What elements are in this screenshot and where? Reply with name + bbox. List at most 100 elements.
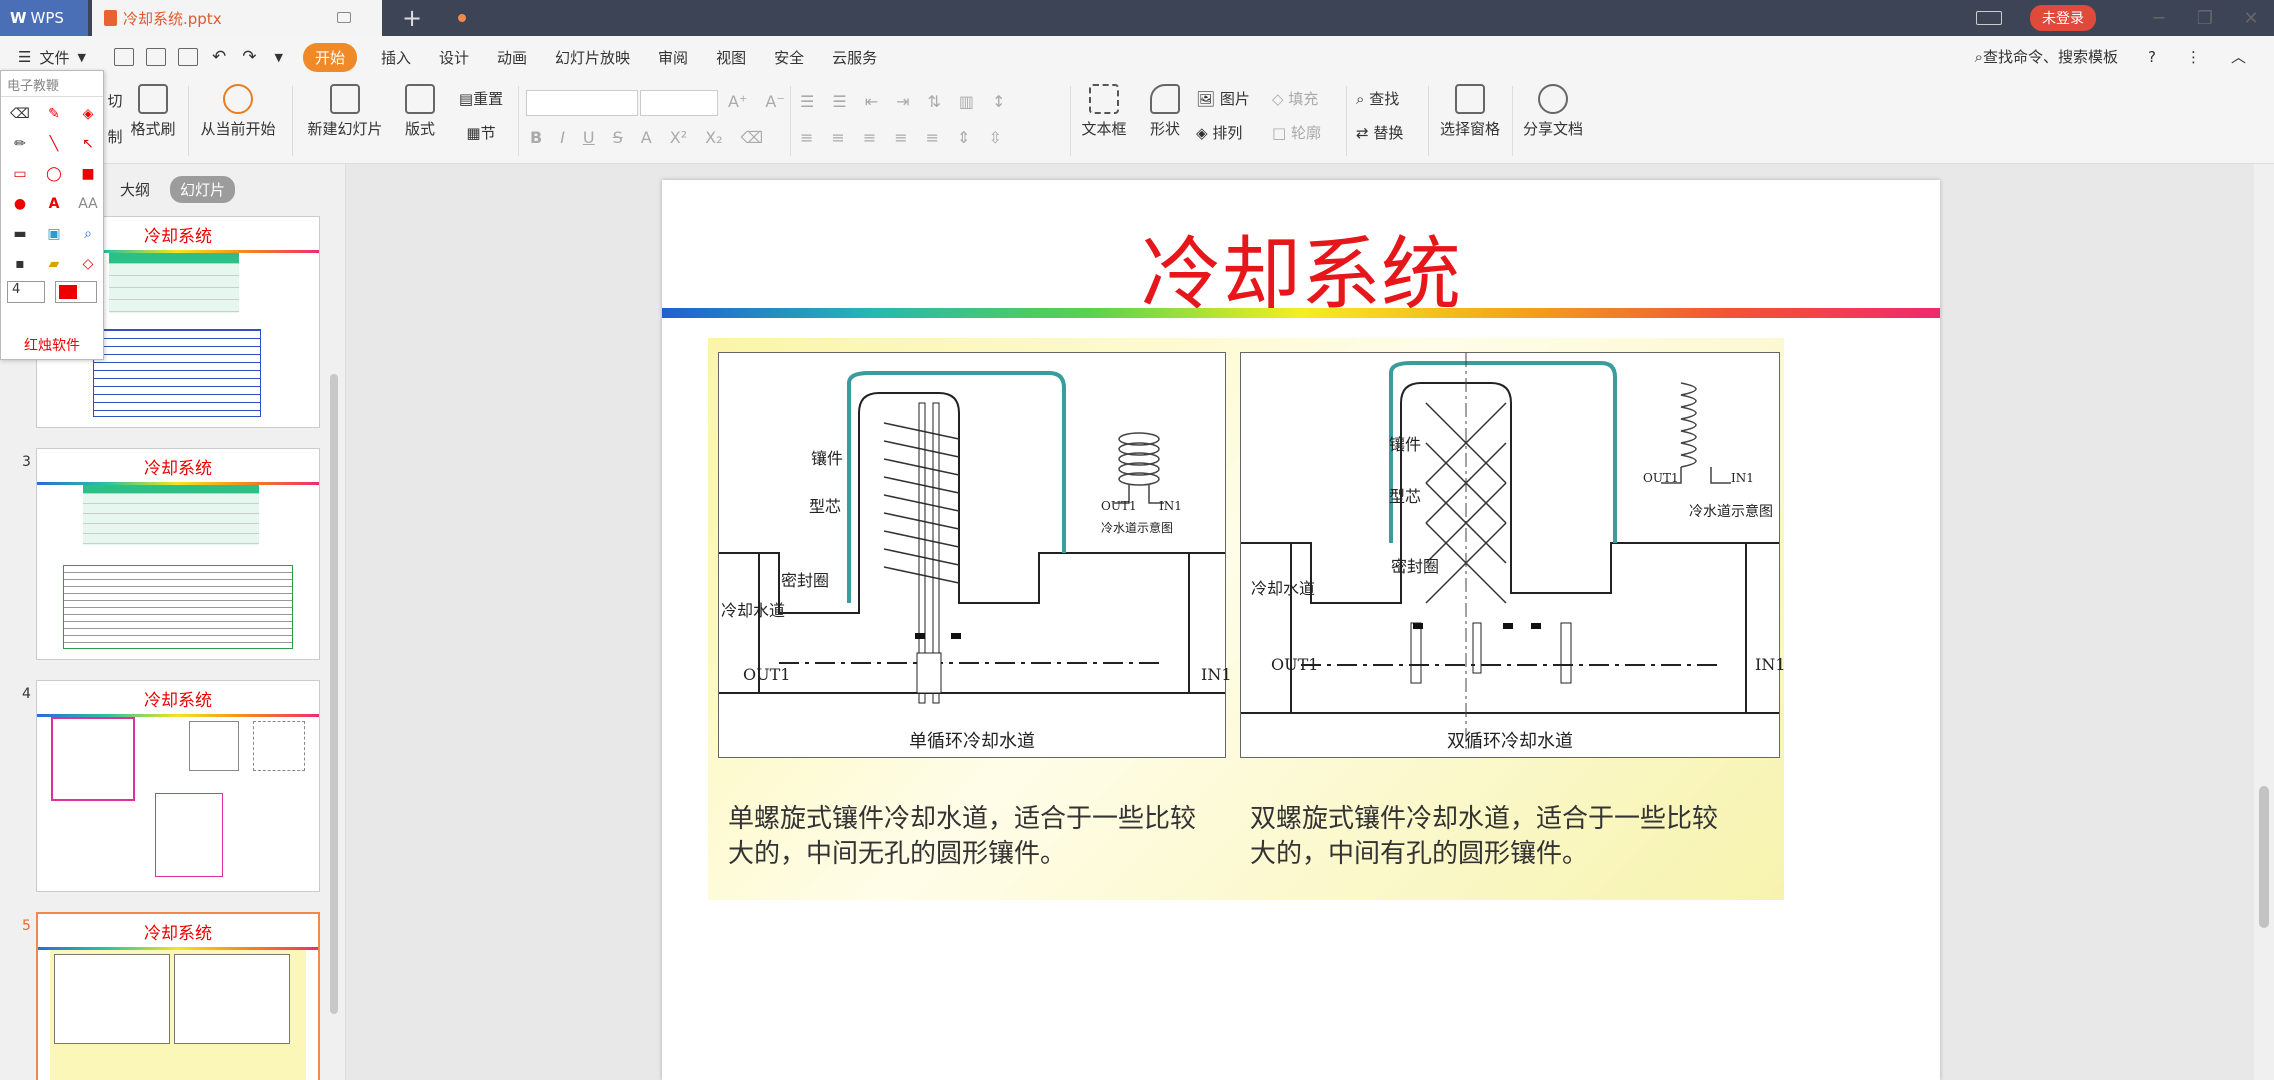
panel-scrollbar-thumb[interactable] [330,374,338,1014]
superscript-icon[interactable]: X² [670,128,687,147]
selection-pane-button[interactable]: 选择窗格 [1436,78,1504,139]
shape-toggle-icon[interactable]: ◇ [75,253,101,275]
increase-font-icon[interactable]: A⁺ [728,92,747,111]
increase-indent-icon[interactable]: ⇥ [896,92,909,111]
slide-thumbnail-selected[interactable]: 冷却系统 [36,912,320,1080]
textbox-button[interactable]: 文本框 [1076,78,1132,139]
workspace-scrollbar-thumb[interactable] [2259,786,2269,928]
align-right-icon[interactable]: ≡ [863,128,876,147]
tab-outline[interactable]: 大纲 [120,179,150,200]
font-color-icon[interactable]: A [641,128,652,147]
decrease-indent-icon[interactable]: ⇤ [865,92,878,111]
tab-security[interactable]: 安全 [774,47,804,68]
justify-icon[interactable]: ≡ [894,128,907,147]
text-direction-icon[interactable]: ⇅ [928,92,941,111]
format-painter-button[interactable]: 格式刷 [128,78,178,139]
fill-bucket-icon[interactable]: ◈ [75,103,101,125]
tab-slideshow[interactable]: 幻灯片放映 [555,47,630,68]
outline-button[interactable]: □ 轮廓 [1272,122,1336,143]
vertical-align-icon[interactable]: ⇕ [957,128,970,147]
save-icon[interactable]: ▪ [7,253,33,275]
pen-color-select[interactable] [55,281,97,303]
copy-button[interactable]: 制 [100,126,130,147]
minimize-icon[interactable]: ─ [2136,8,2182,29]
collapse-ribbon-icon[interactable]: ︿ [2231,46,2246,67]
undo-icon[interactable]: ↶ [212,47,226,67]
bold-icon[interactable]: B [530,128,542,147]
line-spacing-icon[interactable]: ↕ [992,92,1005,111]
clear-format-icon[interactable]: ⌫ [741,128,764,147]
numbered-list-icon[interactable]: ☰ [832,92,846,111]
workspace-scrollbar[interactable] [2254,164,2274,1080]
screenshot-icon[interactable]: ▣ [41,223,67,245]
window-mode-icon[interactable] [337,12,351,23]
document-tab[interactable]: 冷却系统.pptx [92,0,466,36]
close-icon[interactable]: ✕ [2228,8,2274,29]
wps-home-tab[interactable]: W WPS [0,0,88,36]
customize-toolbar-icon[interactable]: ▼ [275,51,283,64]
cooling-diagram-picture[interactable]: 镶件 型芯 密封圈 冷却水道 OUT1 IN1 冷水道示意图 OUT1 IN1 … [708,338,1786,900]
eraser-icon[interactable]: ⌫ [7,103,33,125]
tab-home[interactable]: 开始 [302,42,357,72]
tab-slides[interactable]: 幻灯片 [170,176,236,203]
subscript-icon[interactable]: X₂ [705,128,722,147]
save-icon[interactable] [114,48,134,66]
strikethrough-icon[interactable]: S [613,128,623,147]
italic-icon[interactable]: I [560,128,565,147]
reset-button[interactable]: ▤重置 [454,88,508,109]
filled-ellipse-icon[interactable]: ● [7,193,33,215]
section-button[interactable]: ▦节 [454,122,508,143]
text-icon[interactable]: A [41,193,67,215]
align-left-icon[interactable]: ≡ [800,128,813,147]
tab-design[interactable]: 设计 [439,47,469,68]
line-icon[interactable]: ╲ [41,133,67,155]
layout-button[interactable]: 版式 [398,78,442,139]
tab-cloud-service[interactable]: 云服务 [832,47,877,68]
share-document-button[interactable]: 分享文档 [1520,78,1586,139]
ellipse-icon[interactable]: ◯ [41,163,67,185]
slide-thumbnail[interactable]: 冷却系统 [36,448,320,660]
paragraph-spacing-icon[interactable]: ⇳ [988,128,1001,147]
login-button[interactable]: 未登录 [2030,5,2096,31]
reading-mode-icon[interactable] [1976,11,2002,25]
shape-button[interactable]: 形状 [1142,78,1188,139]
find-button[interactable]: ⌕ 查找 [1356,88,1412,109]
open-folder-icon[interactable]: ▰ [41,253,67,275]
slide-thumbnail[interactable]: 冷却系统 [36,680,320,892]
print-preview-icon[interactable] [178,48,198,66]
more-options-icon[interactable]: ⋮ [2186,48,2201,66]
play-from-current-button[interactable]: 从当前开始 [196,78,280,139]
panel-scrollbar[interactable] [330,204,340,1054]
maximize-icon[interactable]: ❐ [2182,8,2228,29]
fill-button[interactable]: ◇ 填充 [1272,88,1336,109]
columns-icon[interactable]: ▥ [959,92,974,111]
arrange-button[interactable]: ◈ 排列 [1196,122,1262,143]
highlighter-icon[interactable]: ✏ [7,133,33,155]
font-name-dropdown[interactable] [526,90,638,116]
font-size-icon[interactable]: AA [75,193,101,215]
file-menu-button[interactable]: ☰ 文件 ▼ [0,47,108,68]
filled-rectangle-icon[interactable]: ■ [75,163,101,185]
align-center-icon[interactable]: ≡ [831,128,844,147]
redo-icon[interactable]: ↷ [242,47,256,67]
underline-icon[interactable]: U [583,128,595,147]
blackboard-icon[interactable]: ▬ [7,223,33,245]
tab-animation[interactable]: 动画 [497,47,527,68]
tab-insert[interactable]: 插入 [381,47,411,68]
picture-button[interactable]: 🖼 图片 [1196,88,1262,109]
font-size-dropdown[interactable] [640,90,718,116]
magnifier-icon[interactable]: ⌕ [75,223,101,245]
distribute-icon[interactable]: ≡ [926,128,939,147]
pen-size-select[interactable]: 4 [7,281,46,303]
tab-view[interactable]: 视图 [716,47,746,68]
pen-icon[interactable]: ✎ [41,103,67,125]
cut-button[interactable]: 切 [100,90,130,111]
tab-review[interactable]: 审阅 [658,47,688,68]
new-slide-button[interactable]: 新建幻灯片 [302,78,388,139]
new-tab-button[interactable]: + [402,4,422,32]
help-icon[interactable]: ? [2148,48,2156,66]
arrow-icon[interactable]: ↖ [75,133,101,155]
rectangle-icon[interactable]: ▭ [7,163,33,185]
decrease-font-icon[interactable]: A⁻ [765,92,784,111]
command-search[interactable]: ⌕查找命令、搜索模板 [1975,46,2118,67]
